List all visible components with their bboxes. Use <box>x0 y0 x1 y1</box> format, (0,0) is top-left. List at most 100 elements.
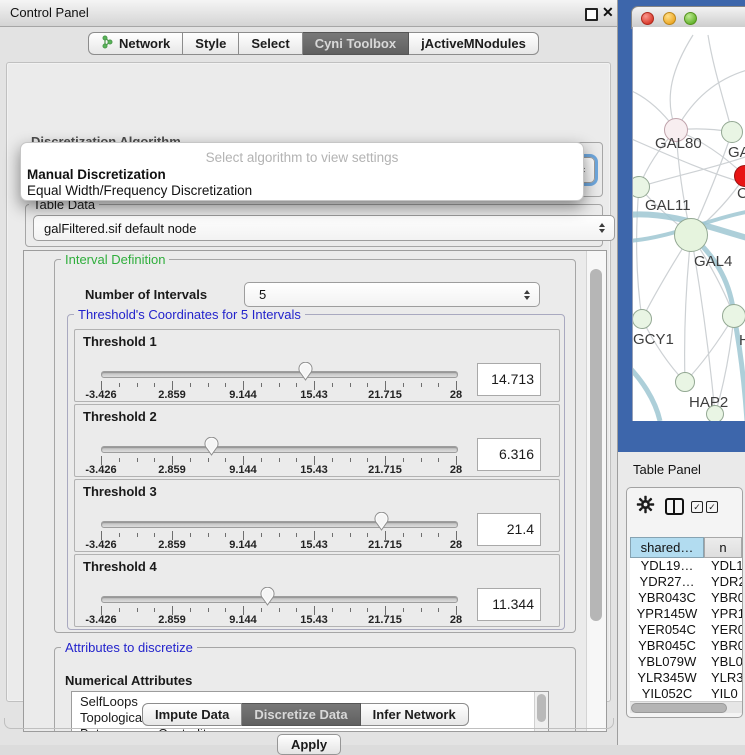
numerical-attributes-label: Numerical Attributes <box>65 673 192 688</box>
cell-shared-name: YBR043C <box>630 590 704 606</box>
tick-mark <box>403 383 404 387</box>
threshold-2-value-field[interactable]: 6.316 <box>477 438 541 471</box>
cell-shared-name: YDL19… <box>630 558 704 574</box>
algorithm-option-manual-discretization[interactable]: Manual Discretization <box>27 167 166 182</box>
cell-shared-name: YDR27… <box>630 574 704 590</box>
gear-icon[interactable] <box>636 495 655 517</box>
tick-mark <box>190 458 191 462</box>
table-row[interactable]: YBL079WYBL0 <box>630 654 742 670</box>
threshold-3-slider-track[interactable] <box>101 521 458 528</box>
cell-shared-name: YER054C <box>630 622 704 638</box>
table-data-value: galFiltered.sif default node <box>44 221 196 236</box>
control-panel-window: Control Panel ✕ NetworkStyleSelectCyni T… <box>0 0 618 745</box>
scale-label: -3.426 <box>85 389 116 401</box>
node-right-mid[interactable] <box>722 304 745 328</box>
column-header-n[interactable]: n <box>704 537 742 558</box>
cell-name: YDL1 <box>704 558 742 574</box>
table-hscrollbar-thumb[interactable] <box>631 703 727 713</box>
tick-mark <box>296 608 297 612</box>
threshold-1-slider-thumb[interactable] <box>298 362 313 381</box>
threshold-3-value-field[interactable]: 21.4 <box>477 513 541 546</box>
threshold-1-slider-track[interactable] <box>101 371 458 378</box>
scale-label: 15.43 <box>300 614 328 626</box>
algorithm-placeholder-option[interactable]: Select algorithm to view settings <box>21 150 583 165</box>
node-top-right[interactable] <box>721 121 743 143</box>
tick-mark <box>261 383 262 387</box>
cell-name: YDR2 <box>704 574 742 590</box>
network-window-titlebar[interactable] <box>631 6 745 29</box>
cell-name: YER0 <box>704 622 742 638</box>
network-canvas[interactable]: GAL80GACGAL11GAL4GCY1HHAP2 <box>632 27 745 421</box>
zoom-traffic-light-icon[interactable] <box>684 12 697 25</box>
tick-mark <box>332 608 333 612</box>
table-row[interactable]: YPR145WYPR1 <box>630 606 742 622</box>
column-header-shared[interactable]: shared… <box>630 537 704 558</box>
threshold-2-slider-track[interactable] <box>101 446 458 453</box>
tick-mark <box>190 383 191 387</box>
thresholds-group: Threshold's Coordinates for 5 Intervals … <box>67 314 565 630</box>
threshold-4-value-field[interactable]: 11.344 <box>477 588 541 621</box>
table-row[interactable]: YLR345WYLR3 <box>630 670 742 686</box>
scale-label: 21.715 <box>368 389 402 401</box>
tick-mark <box>403 458 404 462</box>
node-hap2[interactable] <box>675 372 695 392</box>
tick-mark <box>137 533 138 537</box>
tick-mark <box>296 458 297 462</box>
node-gal4[interactable] <box>674 218 708 252</box>
node-label-gal80: GAL80 <box>655 135 702 152</box>
node-gcy1[interactable] <box>632 309 652 329</box>
interval-definition-group: Interval Definition Number of Intervals … <box>54 259 576 633</box>
tick-mark <box>261 533 262 537</box>
scale-label: 15.43 <box>300 389 328 401</box>
algorithm-option-equal-width-frequency-discretization[interactable]: Equal Width/Frequency Discretization <box>27 183 252 198</box>
table-data-combobox[interactable]: galFiltered.sif default node <box>33 215 615 241</box>
tick-mark <box>350 608 351 612</box>
table-header-row: shared…n <box>630 537 742 558</box>
minimize-traffic-light-icon[interactable] <box>663 12 676 25</box>
node-bottom[interactable] <box>706 405 724 421</box>
tab-cyni-toolbox[interactable]: Cyni Toolbox <box>303 32 409 55</box>
number-of-intervals-spinner[interactable]: 5 <box>244 282 540 307</box>
tab-jactivemnodules[interactable]: jActiveMNodules <box>409 32 539 55</box>
split-view-icon[interactable] <box>665 498 684 515</box>
threshold-4-slider-track[interactable] <box>101 596 458 603</box>
tick-mark <box>367 533 368 537</box>
scale-label: 28 <box>450 464 462 476</box>
cell-shared-name: YIL052C <box>630 686 704 701</box>
scale-label: -3.426 <box>85 614 116 626</box>
tick-mark <box>421 608 422 612</box>
close-icon[interactable]: ✕ <box>602 4 614 21</box>
threshold-4-slider-thumb[interactable] <box>260 587 275 606</box>
panel-scrollbar-thumb[interactable] <box>590 269 602 621</box>
table-row[interactable]: YIL052CYIL0 <box>630 686 742 701</box>
cell-name: YPR1 <box>704 606 742 622</box>
close-traffic-light-icon[interactable] <box>641 12 654 25</box>
node-label-red-node: C <box>737 185 745 202</box>
tick-mark <box>421 458 422 462</box>
table-row[interactable]: YDR27…YDR2 <box>630 574 742 590</box>
tab-network[interactable]: Network <box>88 32 183 55</box>
table-row[interactable]: YDL19…YDL1 <box>630 558 742 574</box>
table-row[interactable]: YBR043CYBR0 <box>630 590 742 606</box>
interval-definition-title: Interval Definition <box>61 252 169 267</box>
tab-select[interactable]: Select <box>239 32 302 55</box>
checkbox-icon[interactable] <box>706 501 718 513</box>
tick-mark <box>403 533 404 537</box>
tick-mark <box>332 533 333 537</box>
table-horizontal-scrollbar[interactable] <box>630 701 742 713</box>
tick-mark <box>438 608 439 612</box>
tab-style[interactable]: Style <box>183 32 239 55</box>
threshold-1-value-field[interactable]: 14.713 <box>477 363 541 396</box>
threshold-2-slider-thumb[interactable] <box>204 437 219 456</box>
tick-mark <box>208 608 209 612</box>
tick-mark <box>350 533 351 537</box>
table-row[interactable]: YER054CYER0 <box>630 622 742 638</box>
scale-label: -3.426 <box>85 539 116 551</box>
checkbox-icon[interactable] <box>691 501 703 513</box>
float-window-icon[interactable] <box>585 8 598 21</box>
node-label-gal4: GAL4 <box>694 253 732 270</box>
panel-scrollbar[interactable] <box>586 251 606 731</box>
cell-shared-name: YPR145W <box>630 606 704 622</box>
table-row[interactable]: YBR045CYBR0 <box>630 638 742 654</box>
threshold-3-slider-thumb[interactable] <box>374 512 389 531</box>
